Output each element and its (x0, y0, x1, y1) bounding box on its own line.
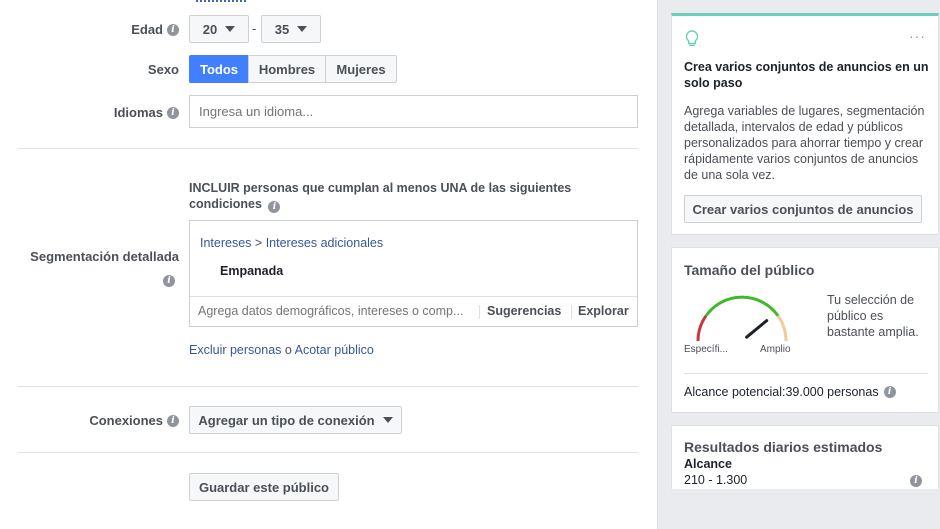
create-multiple-adsets-label: Crear varios conjuntos de anuncios (692, 201, 914, 217)
gender-label: Sexo (148, 62, 179, 77)
age-label: Edad i (131, 22, 179, 37)
audience-description: Tu selección de público es bastante ampl… (827, 293, 919, 339)
daily-reach-value: 210 - 1.300 (684, 473, 748, 487)
audience-size-title: Tamaño del público (684, 262, 815, 278)
info-icon[interactable]: i (163, 275, 175, 287)
breadcrumb-additional-interests[interactable]: Intereses adicionales (266, 236, 383, 250)
languages-input[interactable] (189, 95, 638, 128)
daily-results-title: Resultados diarios estimados (684, 439, 883, 455)
exclude-people-link[interactable]: Excluir personas (189, 343, 281, 357)
detailed-targeting-label: Segmentación detallada (30, 249, 179, 264)
audience-size-card: Tamaño del público Específi... Amplio Tu… (671, 247, 939, 413)
gauge-right-label: Amplio (760, 344, 791, 355)
targeting-breadcrumb: Intereses > Intereses adicionales (200, 236, 383, 250)
exclude-narrow-links: Excluir personas o Acotar público (189, 343, 374, 357)
include-text: INCLUIR personas que cumplan al menos UN… (189, 180, 609, 213)
search-separator (571, 305, 572, 319)
potential-reach: Alcance potencial:39.000 personas i (684, 385, 896, 399)
age-min-value: 20 (202, 21, 218, 37)
languages-label: Idiomas i (114, 105, 179, 120)
divider (18, 386, 638, 387)
search-separator (479, 305, 480, 319)
tip-body: Agrega variables de lugares, segmentació… (684, 104, 925, 182)
add-connection-type-button[interactable]: Agregar un tipo de conexión (189, 406, 402, 434)
targeting-search-input[interactable] (190, 297, 475, 325)
multi-adset-tip-card: ··· Crea varios conjuntos de anuncios en… (671, 13, 939, 235)
add-connection-type-label: Agregar un tipo de conexión (198, 412, 375, 428)
potential-reach-text: Alcance potencial:39.000 personas (684, 385, 879, 399)
gender-option-all[interactable]: Todos (189, 55, 249, 83)
connections-label: Conexiones i (89, 413, 179, 428)
info-icon[interactable]: i (910, 475, 922, 487)
info-icon[interactable]: i (883, 386, 896, 398)
caret-down-icon (225, 26, 236, 32)
tip-title: Crea varios conjuntos de anuncios en un … (684, 60, 929, 90)
targeting-box: Intereses > Intereses adicionales Empana… (189, 220, 638, 327)
gender-segmented-control: Todos Hombres Mujeres (189, 55, 397, 83)
create-multiple-adsets-button[interactable]: Crear varios conjuntos de anuncios (684, 195, 922, 223)
breadcrumb-separator: > (254, 236, 263, 250)
age-label-text: Edad (131, 22, 163, 37)
info-icon[interactable]: i (167, 23, 179, 36)
divider (18, 148, 638, 149)
gender-label-text: Sexo (147, 62, 179, 77)
suggestions-button[interactable]: Sugerencias (487, 304, 561, 318)
targeting-search-row: Sugerencias Explorar (190, 296, 637, 326)
more-options-icon[interactable]: ··· (909, 28, 926, 44)
age-min-dropdown[interactable]: 20 (189, 15, 249, 43)
info-icon[interactable]: i (167, 414, 179, 427)
caret-down-icon (297, 26, 308, 32)
explore-button[interactable]: Explorar (578, 304, 629, 318)
breadcrumb-interests[interactable]: Intereses (200, 236, 251, 250)
gender-option-women[interactable]: Mujeres (325, 55, 397, 83)
gauge-arc-broad (776, 314, 788, 342)
audience-gauge (696, 295, 788, 342)
age-max-dropdown[interactable]: 35 (261, 15, 321, 43)
gauge-arc-specific (696, 314, 708, 342)
connections-label-text: Conexiones (89, 413, 163, 428)
save-audience-label: Guardar este público (198, 479, 330, 495)
caret-down-icon (382, 417, 393, 423)
detailed-targeting-label-text: Segmentación detallada (30, 249, 179, 264)
audience-reach-divider (684, 373, 928, 374)
top-divider-remnant (196, 0, 246, 2)
age-max-value: 35 (274, 21, 290, 37)
languages-label-text: Idiomas (113, 105, 163, 120)
info-icon[interactable]: i (167, 106, 179, 119)
sidebar: ··· Crea varios conjuntos de anuncios en… (659, 0, 940, 529)
audience-form: Edad i 20 - 35 Sexo Todos Hombres Mujere… (0, 0, 658, 529)
include-text-value: INCLUIR personas que cumplan al menos UN… (189, 181, 572, 211)
gauge-arc-middle (704, 295, 780, 317)
info-icon[interactable]: i (268, 201, 281, 213)
lightbulb-icon (685, 30, 699, 47)
sidebar-footer-band (659, 489, 940, 529)
narrow-audience-link[interactable]: Acotar público (295, 343, 374, 357)
gender-option-men[interactable]: Hombres (248, 55, 326, 83)
save-audience-button[interactable]: Guardar este público (189, 473, 339, 501)
or-text: o (284, 343, 292, 357)
targeting-item[interactable]: Empanada (220, 264, 283, 278)
divider (18, 452, 638, 453)
daily-reach-label: Alcance (684, 457, 732, 471)
gauge-needle (745, 319, 769, 339)
age-separator: - (252, 21, 257, 36)
gauge-left-label: Específi... (684, 344, 728, 355)
